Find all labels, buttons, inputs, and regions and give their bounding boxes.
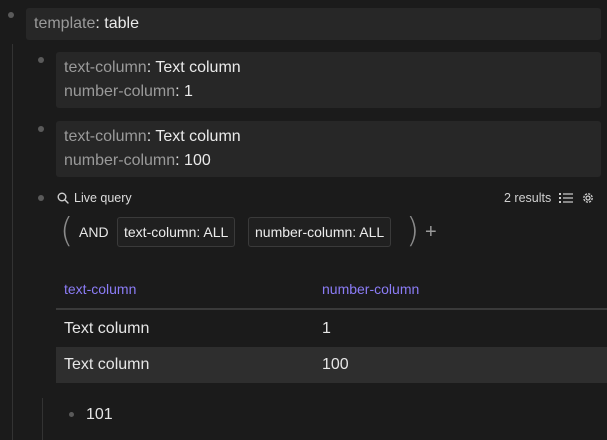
- filter-chip-text-column[interactable]: text-column: ALL: [117, 217, 236, 247]
- open-paren: (: [60, 211, 74, 251]
- property-value: 100: [184, 152, 211, 169]
- property-value: Text column: [155, 128, 241, 145]
- property-value: 1: [184, 83, 193, 100]
- table-header-divider: [56, 308, 607, 310]
- number-property: number-column: 1: [64, 83, 193, 100]
- entry-block[interactable]: text-column: Text column number-column: …: [56, 121, 601, 177]
- entry-block[interactable]: text-column: Text column number-column: …: [56, 52, 601, 108]
- results-count: 2 results: [504, 191, 552, 205]
- table-cell: Text column: [64, 356, 150, 373]
- query-header[interactable]: Live query: [57, 191, 132, 205]
- and-operator[interactable]: AND: [79, 224, 109, 240]
- filter-chip-number-column[interactable]: number-column: ALL: [248, 217, 392, 247]
- text-property: text-column: Text column: [64, 59, 241, 76]
- property-key: text-column: [64, 59, 147, 76]
- table-cell: 100: [322, 356, 349, 373]
- bullet[interactable]: [38, 57, 44, 63]
- gear-icon[interactable]: [581, 191, 595, 205]
- table-cell: Text column: [64, 320, 150, 337]
- indent-guide: [12, 44, 13, 440]
- query-results-bar: 2 results: [504, 191, 595, 205]
- template-property: template: table: [34, 15, 139, 32]
- property-key: number-column: [64, 152, 176, 169]
- add-filter-button[interactable]: +: [425, 222, 437, 242]
- column-header-number[interactable]: number-column: [322, 281, 419, 297]
- list-icon[interactable]: [559, 192, 574, 204]
- property-key: text-column: [64, 128, 147, 145]
- outliner-page: template: table text-column: Text column…: [0, 0, 607, 440]
- property-key: number-column: [64, 83, 176, 100]
- table-row[interactable]: Text column 1: [56, 311, 607, 347]
- bullet[interactable]: [38, 195, 44, 201]
- property-key: template: [34, 15, 96, 32]
- table-cell: 1: [322, 320, 331, 337]
- last-item-text[interactable]: 101: [86, 406, 113, 424]
- bullet[interactable]: [38, 126, 44, 132]
- property-value: table: [104, 15, 139, 32]
- close-paren: ): [406, 211, 420, 251]
- table-row[interactable]: Text column 100: [56, 347, 607, 383]
- template-block[interactable]: template: table: [26, 8, 601, 40]
- text-property: text-column: Text column: [64, 128, 241, 145]
- query-title: Live query: [74, 191, 132, 205]
- indent-guide: [42, 398, 43, 440]
- search-icon: [57, 192, 69, 204]
- bullet[interactable]: [8, 12, 14, 18]
- property-value: Text column: [155, 59, 241, 76]
- bullet[interactable]: [69, 412, 74, 417]
- column-header-text[interactable]: text-column: [64, 281, 136, 297]
- number-property: number-column: 100: [64, 152, 211, 169]
